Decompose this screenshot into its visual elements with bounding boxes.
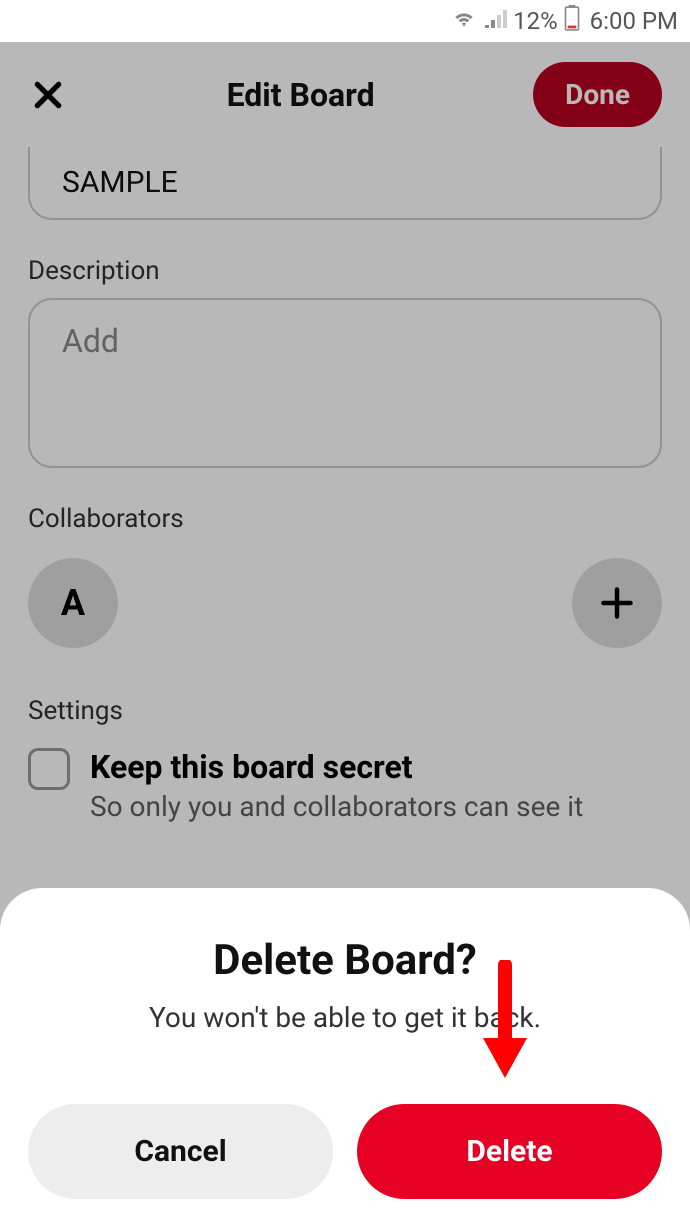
wifi-icon [451, 7, 477, 35]
signal-icon [483, 7, 507, 35]
modal-button-row: Cancel Delete [28, 1104, 662, 1199]
status-bar: 12% 6:00 PM [0, 0, 690, 42]
delete-confirm-modal: Delete Board? You won't be able to get i… [0, 888, 690, 1227]
modal-subtitle: You won't be able to get it back. [28, 1001, 662, 1034]
battery-icon [564, 5, 580, 37]
status-time: 6:00 PM [590, 7, 678, 35]
cancel-button[interactable]: Cancel [28, 1104, 333, 1199]
delete-button[interactable]: Delete [357, 1104, 662, 1199]
battery-percent: 12% [513, 7, 558, 35]
modal-title: Delete Board? [28, 936, 662, 985]
